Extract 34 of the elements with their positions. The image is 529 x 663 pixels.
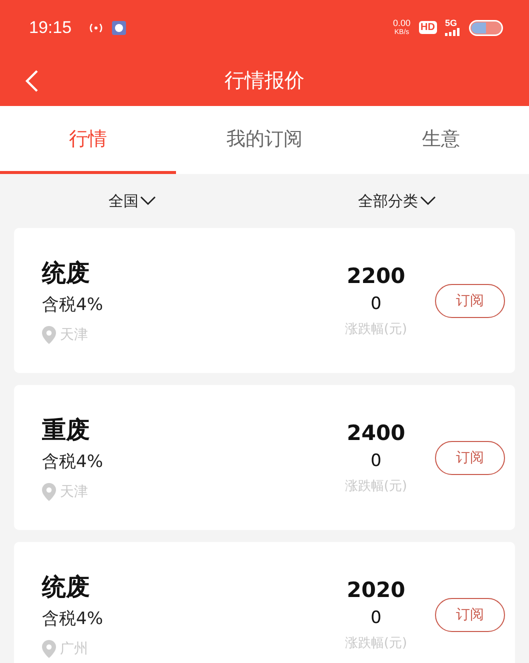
tax-note: 含税4% — [42, 294, 104, 316]
change-value: 0 — [370, 294, 382, 314]
subscribe-button[interactable]: 订阅 — [435, 598, 505, 632]
price-value: 2400 — [346, 420, 406, 444]
tab[interactable]: 我的订阅 — [176, 106, 353, 174]
tax-note: 含税4% — [42, 451, 104, 473]
price-value: 2020 — [346, 578, 406, 602]
tab[interactable]: 生意 — [352, 106, 529, 174]
app-notification-icon — [112, 20, 126, 34]
subscribe-button[interactable]: 订阅 — [435, 440, 505, 474]
chevron-down-icon — [140, 196, 156, 206]
hd-badge: HD — [418, 21, 437, 34]
tax-note: 含税4% — [42, 608, 104, 630]
location-pin-icon — [42, 640, 56, 658]
back-button[interactable] — [25, 68, 39, 92]
signal-icon — [445, 28, 461, 36]
product-name: 统废 — [42, 258, 91, 289]
filter-dropdown[interactable]: 全国 — [0, 174, 264, 228]
status-time: 19:15 — [29, 18, 72, 38]
page-title: 行情报价 — [224, 67, 304, 94]
tab[interactable]: 行情 — [0, 106, 176, 174]
change-value: 0 — [370, 608, 382, 628]
net-speed: 0.00 — [393, 18, 411, 28]
change-value: 0 — [370, 450, 382, 470]
price-value: 2200 — [346, 264, 406, 288]
chevron-down-icon — [420, 196, 436, 206]
product-name: 重废 — [42, 415, 91, 446]
filter-dropdown[interactable]: 全部分类 — [264, 174, 529, 228]
location-pin-icon — [42, 326, 56, 344]
location-pin-icon — [42, 483, 56, 501]
subscribe-button[interactable]: 订阅 — [435, 284, 505, 318]
battery-icon — [469, 20, 503, 36]
product-name: 统废 — [42, 572, 91, 603]
network-type: 5G — [445, 19, 458, 28]
